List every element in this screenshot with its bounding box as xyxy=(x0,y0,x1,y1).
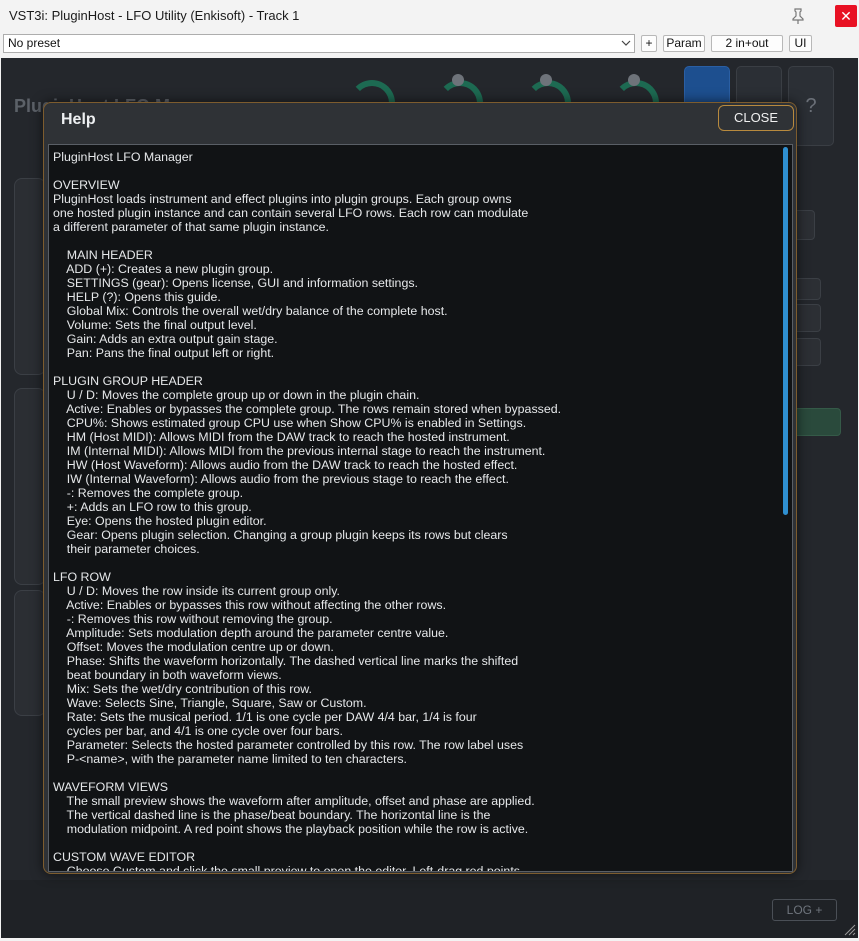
io-config-button[interactable]: 2 in+out xyxy=(711,35,783,52)
plugin-group-1 xyxy=(14,178,46,375)
close-button[interactable]: CLOSE xyxy=(718,105,794,131)
group-field xyxy=(793,304,821,332)
param-button[interactable]: Param xyxy=(663,35,705,52)
pin-icon[interactable] xyxy=(788,6,808,26)
group-field xyxy=(793,338,821,366)
log-button[interactable]: LOG + xyxy=(772,899,837,921)
group-field xyxy=(793,408,841,436)
host-toolbar: No preset + Param 2 in+out UI ✓ xyxy=(0,32,859,82)
ui-button[interactable]: UI xyxy=(789,35,812,52)
window-close-button[interactable]: ✕ xyxy=(835,5,857,27)
scrollbar-thumb[interactable] xyxy=(783,147,788,515)
gain-knob-indicator xyxy=(540,74,552,86)
window-title: VST3i: PluginHost - LFO Utility (Enkisof… xyxy=(9,8,300,23)
plugin-group-3 xyxy=(14,590,46,716)
volume-knob-indicator xyxy=(452,74,464,86)
group-field xyxy=(793,278,821,300)
help-content: PluginHost LFO Manager OVERVIEW PluginHo… xyxy=(53,150,562,872)
resize-grip-icon[interactable] xyxy=(842,922,856,936)
plugin-group-2 xyxy=(14,388,46,585)
help-title: Help xyxy=(61,111,96,128)
preset-value: No preset xyxy=(8,36,61,50)
bottom-bar: LOG + xyxy=(1,880,858,938)
help-text-area[interactable]: PluginHost LFO Manager OVERVIEW PluginHo… xyxy=(48,144,793,872)
window-titlebar: VST3i: PluginHost - LFO Utility (Enkisof… xyxy=(0,0,859,32)
chevron-down-icon xyxy=(621,35,631,58)
preset-select[interactable]: No preset xyxy=(3,34,635,53)
pan-knob-indicator xyxy=(628,74,640,86)
help-dialog: Help CLOSE PluginHost LFO Manager OVERVI… xyxy=(43,102,797,874)
add-preset-button[interactable]: + xyxy=(641,35,657,52)
